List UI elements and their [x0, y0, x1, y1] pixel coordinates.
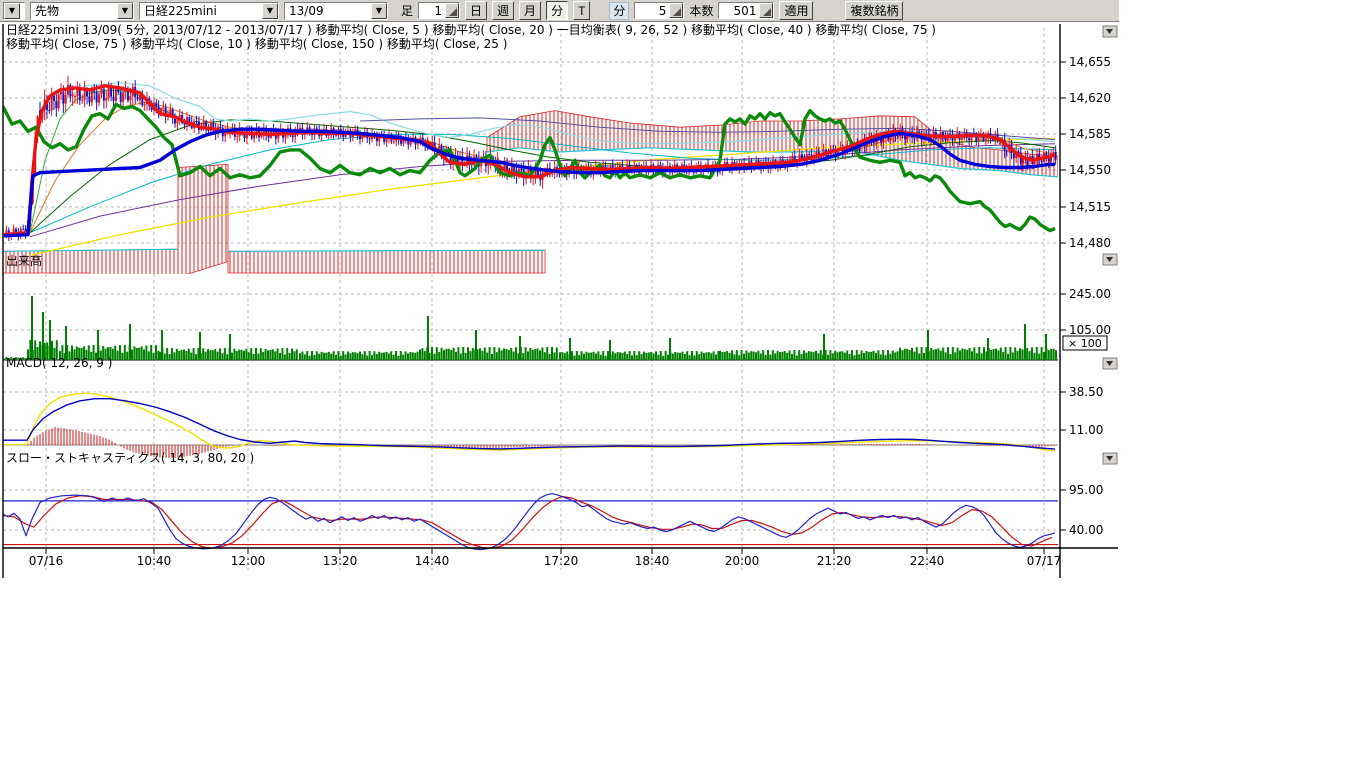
- bar-interval-stepper[interactable]: 1: [418, 2, 460, 19]
- pane-scale-dropdown[interactable]: [1103, 254, 1117, 265]
- chart-menu-dropdown[interactable]: ▼: [3, 2, 25, 20]
- x-axis-label: 13:20: [323, 554, 358, 568]
- bar-count-label: 本数: [689, 2, 713, 19]
- x-axis-label: 22:40: [910, 554, 945, 568]
- y-axis-label: 95.00: [1069, 483, 1103, 497]
- y-axis-label: 14,620: [1069, 91, 1111, 105]
- macd-pane: [3, 393, 1058, 458]
- ichimoku-cloud: [228, 250, 545, 273]
- apply-button[interactable]: 適用: [779, 1, 813, 20]
- stoch-d-line: [3, 496, 1052, 548]
- x-axis-label: 07/16: [29, 554, 64, 568]
- chevron-down-icon: ▼: [262, 3, 278, 19]
- instrument-select[interactable]: 日経225mini ▼: [139, 2, 279, 20]
- y-axis-label: 11.00: [1069, 423, 1103, 437]
- period-week-button[interactable]: 週: [492, 1, 514, 20]
- spinner-icon[interactable]: [669, 3, 683, 18]
- x-axis-label: 21:20: [817, 554, 852, 568]
- minute-stepper[interactable]: 5: [634, 2, 684, 19]
- x-axis-label: 18:40: [635, 554, 670, 568]
- chart-canvas[interactable]: 07/16 10:40 12:00 13:20 14:40 17:20 18:40 20:00…: [0, 22, 1366, 768]
- y-axis-label: 38.50: [1069, 385, 1103, 399]
- ichimoku-cloud: [178, 164, 228, 277]
- y-axis-label: 40.00: [1069, 523, 1103, 537]
- instrument-value: 日経225mini: [140, 2, 262, 19]
- y-axis-label: 14,550: [1069, 163, 1111, 177]
- chart-header-line1: 日経225mini 13/09( 5分, 2013/07/12 - 2013/0…: [6, 23, 936, 37]
- chart-area: 07/16 10:40 12:00 13:20 14:40 17:20 18:40 20:00…: [0, 22, 1366, 768]
- stoch-pane-title: スロー・ストキャスティクス( 14, 3, 80, 20 ): [6, 451, 254, 465]
- x-axis-label: 07/17: [1027, 554, 1062, 568]
- stochastics-pane: [3, 494, 1058, 550]
- minute-value: 5: [635, 4, 669, 18]
- y-axis-label: 14,655: [1069, 55, 1111, 69]
- contract-month-select[interactable]: 13/09 ▼: [284, 2, 388, 20]
- price-pane: [3, 76, 1058, 277]
- x-axis-label: 17:20: [544, 554, 579, 568]
- spinner-icon[interactable]: [445, 3, 459, 18]
- chevron-down-icon: ▼: [4, 3, 20, 19]
- period-tick-button[interactable]: T: [573, 1, 590, 20]
- bar-count-value: 501: [719, 4, 759, 18]
- x-axis-label: 12:00: [231, 554, 266, 568]
- spinner-icon[interactable]: [759, 3, 773, 18]
- macd-signal-line: [3, 393, 1055, 451]
- x-axis-label: 14:40: [415, 554, 450, 568]
- chart-header-line2: 移動平均( Close, 75 ) 移動平均( Close, 10 ) 移動平均…: [6, 37, 507, 51]
- x-axis-label: 10:40: [137, 554, 172, 568]
- minute-label: 分: [609, 2, 629, 20]
- contract-month-value: 13/09: [285, 4, 371, 18]
- instrument-type-value: 先物: [31, 2, 117, 19]
- main-toolbar: ▼ 先物 ▼ 日経225mini ▼ 13/09 ▼ 足 1 日 週 月 分 T…: [0, 0, 1119, 22]
- y-axis-label: 105.00: [1069, 323, 1111, 337]
- pane-scale-dropdown[interactable]: [1103, 453, 1117, 464]
- period-day-button[interactable]: 日: [465, 1, 487, 20]
- bar-label: 足: [401, 2, 413, 19]
- multi-symbol-button[interactable]: 複数銘柄: [845, 1, 903, 20]
- y-axis-label: 14,585: [1069, 127, 1111, 141]
- bar-count-stepper[interactable]: 501: [718, 2, 774, 19]
- x-axis-label: 20:00: [725, 554, 760, 568]
- volume-pane: [3, 296, 1058, 360]
- volume-pane-title: 出来高: [6, 253, 42, 268]
- pane-scale-dropdown[interactable]: [1103, 26, 1117, 37]
- period-month-button[interactable]: 月: [519, 1, 541, 20]
- bar-interval-value: 1: [419, 4, 445, 18]
- y-axis-label: 14,480: [1069, 236, 1111, 250]
- period-minute-button[interactable]: 分: [546, 1, 568, 20]
- chevron-down-icon: ▼: [371, 3, 387, 19]
- volume-multiplier-text: × 100: [1068, 337, 1102, 350]
- y-axis-label: 245.00: [1069, 287, 1111, 301]
- pane-scale-dropdown[interactable]: [1103, 358, 1117, 369]
- chevron-down-icon: ▼: [117, 3, 133, 19]
- instrument-type-select[interactable]: 先物 ▼: [30, 2, 134, 20]
- y-axis-label: 14,515: [1069, 200, 1111, 214]
- macd-pane-title: MACD( 12, 26, 9 ): [6, 356, 112, 370]
